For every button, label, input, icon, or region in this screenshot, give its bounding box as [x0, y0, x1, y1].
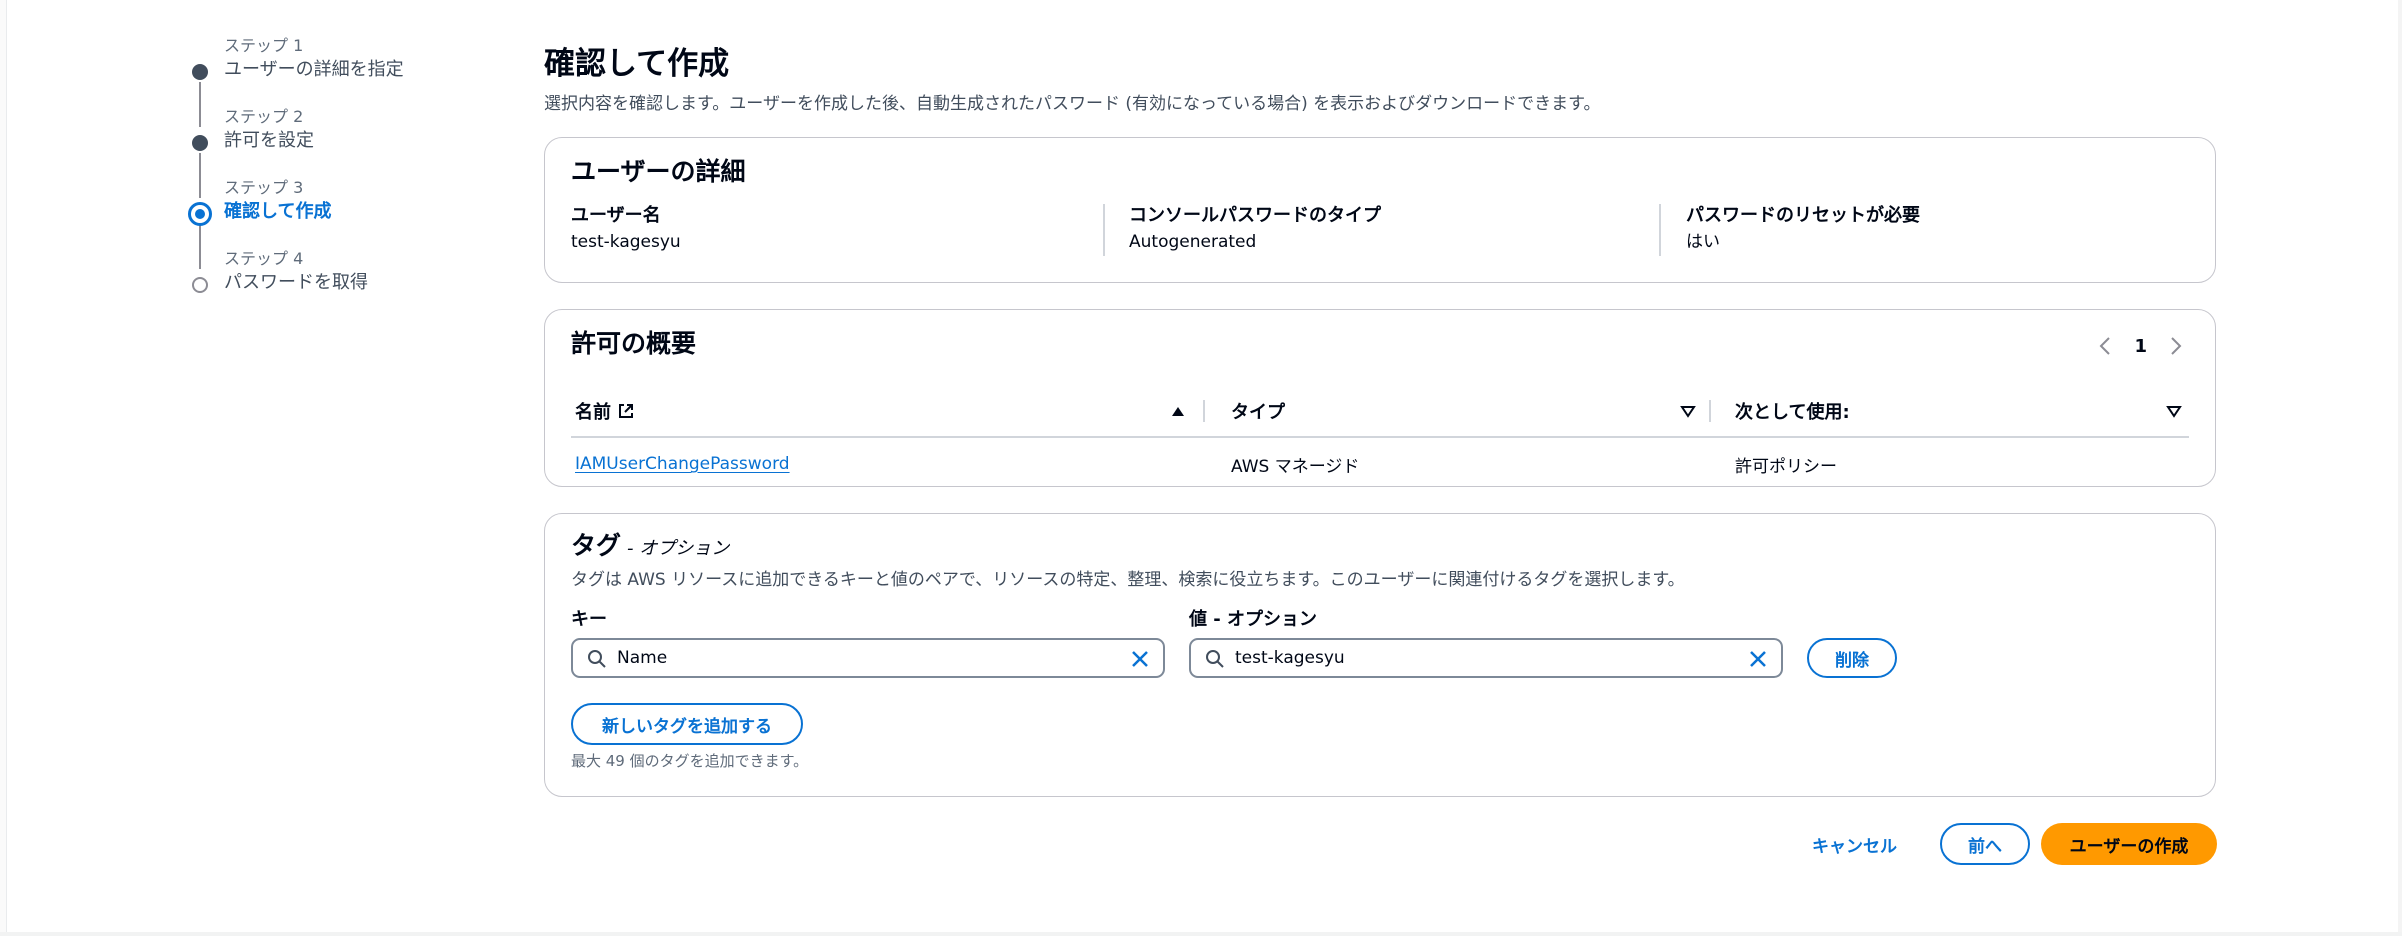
- column-header-label: 次として使用:: [1735, 402, 1850, 423]
- create-user-button[interactable]: ユーザーの作成: [2041, 823, 2217, 865]
- policy-type-cell: AWS マネージド: [1231, 456, 1360, 477]
- step-current-icon: [188, 202, 212, 226]
- wizard-stepper: ステップ 1 ユーザーの詳細を指定 ステップ 2 許可を設定 ステップ 3 確認…: [186, 36, 486, 320]
- password-reset-label: パスワードのリセットが必要: [1686, 205, 1920, 226]
- column-header-type[interactable]: タイプ: [1231, 386, 1285, 436]
- clear-icon[interactable]: [1747, 648, 1769, 670]
- user-details-container: ユーザーの詳細 ユーザー名 test-kagesyu コンソールパスワードのタイ…: [544, 137, 2216, 283]
- username-value: test-kagesyu: [571, 232, 681, 252]
- tags-container: タグ - オプション タグは AWS リソースに追加できるキーと値のペアで、リソ…: [544, 513, 2216, 797]
- search-icon: [588, 650, 606, 668]
- step-3: ステップ 3 確認して作成: [186, 178, 486, 269]
- column-divider: [1203, 400, 1205, 422]
- external-link-icon: [617, 402, 635, 420]
- current-page-number[interactable]: 1: [2134, 336, 2147, 357]
- tags-description: タグは AWS リソースに追加できるキーと値のペアで、リソースの特定、整理、検索…: [571, 570, 1685, 590]
- column-header-label: 名前: [575, 402, 611, 423]
- sort-ascending-icon[interactable]: [1169, 402, 1187, 420]
- step-number: ステップ 2: [224, 107, 304, 126]
- console-password-type-label: コンソールパスワードのタイプ: [1129, 205, 1381, 226]
- table-header-row: 名前 タイプ 次として使用:: [571, 386, 2189, 438]
- cancel-button[interactable]: キャンセル: [1812, 824, 1897, 864]
- tag-key-input[interactable]: Name: [571, 638, 1165, 678]
- step-2[interactable]: ステップ 2 許可を設定: [186, 107, 486, 198]
- clear-icon[interactable]: [1129, 648, 1151, 670]
- next-page-icon[interactable]: [2167, 332, 2185, 360]
- previous-page-icon[interactable]: [2096, 332, 2114, 360]
- tags-optional-label: - オプション: [627, 538, 730, 559]
- user-details-title: ユーザーの詳細: [571, 157, 746, 186]
- console-password-type-field: コンソールパスワードのタイプ Autogenerated: [1129, 204, 1381, 254]
- step-label: パスワードを取得: [224, 272, 368, 293]
- pagination: 1: [2096, 332, 2185, 360]
- column-header-name[interactable]: 名前: [575, 386, 635, 436]
- username-field: ユーザー名 test-kagesyu: [571, 204, 681, 254]
- step-complete-icon: [192, 135, 208, 151]
- step-label: ユーザーの詳細を指定: [224, 59, 404, 80]
- right-page-edge: [2398, 0, 2402, 936]
- tag-value-label: 値 - オプション: [1189, 609, 1318, 630]
- step-pending-icon: [192, 277, 208, 293]
- permissions-table: 名前 タイプ 次として使用: IAMUserChangePassword AWS…: [571, 386, 2189, 490]
- sort-unsorted-icon[interactable]: [2165, 402, 2183, 420]
- step-1[interactable]: ステップ 1 ユーザーの詳細を指定: [186, 36, 486, 127]
- tag-value-value[interactable]: test-kagesyu: [1235, 640, 1345, 676]
- permissions-summary-container: 許可の概要 1 名前 タイプ 次として使用: IAMUserChangePass…: [544, 309, 2216, 487]
- sort-unsorted-icon[interactable]: [1679, 402, 1697, 420]
- tags-title: タグ: [571, 531, 622, 560]
- search-icon: [1206, 650, 1224, 668]
- tag-value-input[interactable]: test-kagesyu: [1189, 638, 1783, 678]
- password-reset-value: はい: [1686, 232, 1720, 252]
- step-label: 許可を設定: [224, 130, 314, 151]
- step-label: 確認して作成: [224, 201, 332, 222]
- column-divider: [1659, 204, 1661, 256]
- column-header-used-as[interactable]: 次として使用:: [1735, 386, 1850, 436]
- tag-key-value[interactable]: Name: [617, 640, 667, 676]
- previous-button[interactable]: 前へ: [1940, 823, 2030, 865]
- table-row: IAMUserChangePassword AWS マネージド 許可ポリシー: [571, 438, 2189, 490]
- step-4: ステップ 4 パスワードを取得: [186, 249, 486, 320]
- step-number: ステップ 1: [224, 36, 304, 55]
- username-label: ユーザー名: [571, 205, 661, 226]
- page-description: 選択内容を確認します。ユーザーを作成した後、自動生成されたパスワード (有効にな…: [544, 94, 1601, 114]
- remove-tag-button[interactable]: 削除: [1807, 638, 1897, 678]
- policy-name-link[interactable]: IAMUserChangePassword: [575, 454, 790, 474]
- left-page-edge: [0, 0, 7, 936]
- column-header-label: タイプ: [1231, 402, 1285, 423]
- column-divider: [1709, 400, 1711, 422]
- console-password-type-value: Autogenerated: [1129, 232, 1257, 252]
- add-tag-button[interactable]: 新しいタグを追加する: [571, 703, 803, 745]
- tags-limit-hint: 最大 49 個のタグを追加できます。: [571, 752, 809, 770]
- column-divider: [1103, 204, 1105, 256]
- tags-header: タグ - オプション: [571, 530, 729, 562]
- bottom-page-edge: [0, 932, 2402, 936]
- step-number: ステップ 4: [224, 249, 304, 268]
- step-complete-icon: [192, 64, 208, 80]
- policy-name-cell: IAMUserChangePassword: [575, 438, 790, 490]
- password-reset-field: パスワードのリセットが必要 はい: [1686, 204, 1920, 254]
- tag-key-label: キー: [571, 609, 607, 630]
- permissions-summary-title: 許可の概要: [571, 329, 697, 358]
- policy-used-as-cell: 許可ポリシー: [1735, 456, 1837, 477]
- page-title: 確認して作成: [544, 46, 730, 82]
- step-number: ステップ 3: [224, 178, 304, 197]
